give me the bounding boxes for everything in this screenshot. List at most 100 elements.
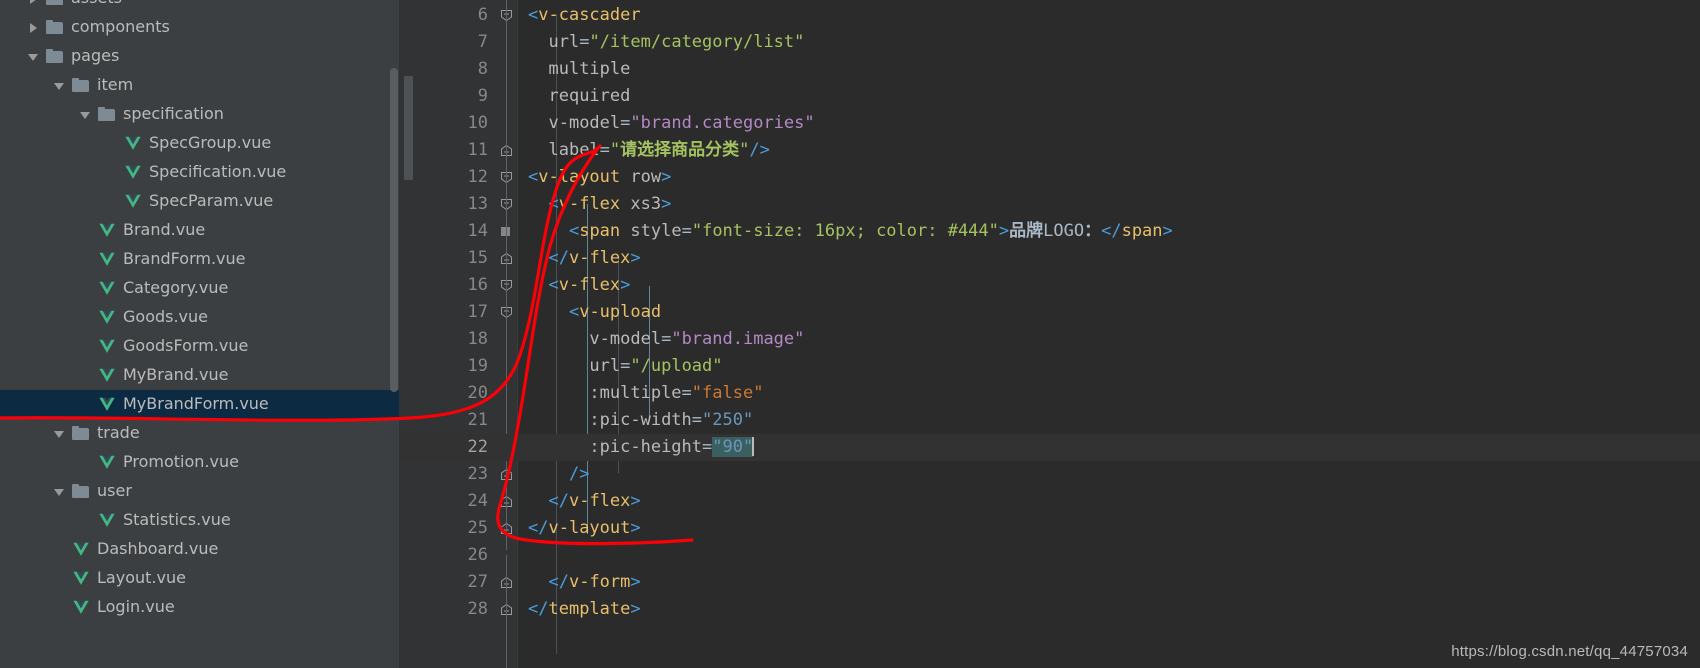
tree-file-row[interactable]: MyBrand.vue (0, 361, 400, 390)
folder-icon (72, 78, 90, 93)
code-text[interactable]: </v-form> (528, 569, 640, 596)
code-line[interactable]: 6 <v-cascader (400, 2, 1700, 29)
code-text[interactable]: :pic-width="250" (528, 407, 753, 434)
line-number: 10 (467, 113, 488, 133)
tree-item-label: assets (71, 0, 122, 7)
code-line[interactable]: 7 url="/item/category/list" (400, 29, 1700, 56)
code-text[interactable]: </v-flex> (528, 245, 640, 272)
tree-file-row[interactable]: Category.vue (0, 274, 400, 303)
tree-folder-row[interactable]: specification (0, 100, 400, 129)
code-line[interactable]: 20 :multiple="false" (400, 380, 1700, 407)
chevron-down-icon[interactable] (26, 49, 42, 65)
line-number: 15 (467, 248, 488, 268)
code-text[interactable]: :pic-height="90" (528, 434, 755, 461)
code-text[interactable]: v-model="brand.image" (528, 326, 804, 353)
code-line[interactable]: 15 </v-flex> (400, 245, 1700, 272)
tree-folder-row[interactable]: assets (0, 0, 400, 13)
code-line[interactable]: 22 :pic-height="90" (400, 434, 1700, 461)
tree-folder-row[interactable]: user (0, 477, 400, 506)
chevron-down-icon[interactable] (78, 107, 94, 123)
code-line[interactable]: 24 </v-flex> (400, 488, 1700, 515)
tree-file-row[interactable]: Promotion.vue (0, 448, 400, 477)
code-text[interactable]: </template> (528, 596, 641, 623)
spacer-icon (78, 310, 94, 326)
chevron-down-icon[interactable] (52, 78, 68, 94)
code-line[interactable]: 12 <v-layout row> (400, 164, 1700, 191)
tree-file-row[interactable]: SpecGroup.vue (0, 129, 400, 158)
code-text[interactable]: <v-cascader (528, 2, 641, 29)
code-text[interactable]: <v-flex> (528, 272, 630, 299)
tree-item-label: SpecParam.vue (149, 191, 274, 210)
spacer-icon (104, 165, 120, 181)
tree-item-label: Statistics.vue (123, 510, 231, 529)
code-text[interactable]: url="/upload" (528, 353, 722, 380)
code-text[interactable]: :multiple="false" (528, 380, 763, 407)
tree-folder-row[interactable]: pages (0, 42, 400, 71)
tree-item-label: Promotion.vue (123, 452, 239, 471)
code-text[interactable]: <v-upload (528, 299, 661, 326)
tree-folder-row[interactable]: trade (0, 419, 400, 448)
tree-file-row[interactable]: Statistics.vue (0, 506, 400, 535)
code-text[interactable]: required (528, 83, 630, 110)
code-text[interactable]: /> (528, 461, 589, 488)
tree-item-label: item (97, 75, 134, 94)
tree-folder-row[interactable]: components (0, 13, 400, 42)
code-text[interactable]: </v-layout> (528, 515, 641, 542)
code-line[interactable]: 21 :pic-width="250" (400, 407, 1700, 434)
code-line[interactable]: 16 <v-flex> (400, 272, 1700, 299)
code-line[interactable]: 25 </v-layout> (400, 515, 1700, 542)
tree-file-row[interactable]: MyBrandForm.vue (0, 390, 400, 419)
tree-file-row[interactable]: Login.vue (0, 593, 400, 622)
tree-folder-row[interactable]: item (0, 71, 400, 100)
code-line[interactable]: 18 v-model="brand.image" (400, 326, 1700, 353)
vue-file-icon (98, 455, 116, 471)
line-number: 19 (467, 356, 488, 376)
code-text[interactable]: label="请选择商品分类"/> (528, 137, 769, 164)
code-line[interactable]: 8 multiple (400, 56, 1700, 83)
tree-file-row[interactable]: Layout.vue (0, 564, 400, 593)
code-text[interactable]: <v-layout row> (528, 164, 671, 191)
folder-icon (46, 49, 64, 64)
line-number: 17 (467, 302, 488, 322)
code-line[interactable]: 28 </template> (400, 596, 1700, 623)
tree-file-row[interactable]: Dashboard.vue (0, 535, 400, 564)
tree-file-row[interactable]: Brand.vue (0, 216, 400, 245)
vue-file-icon (98, 281, 116, 297)
code-line[interactable]: 27 </v-form> (400, 569, 1700, 596)
chevron-down-icon[interactable] (52, 484, 68, 500)
code-text[interactable]: <span style="font-size: 16px; color: #44… (528, 218, 1173, 245)
code-text[interactable]: </v-flex> (528, 488, 640, 515)
code-text[interactable]: <v-flex xs3> (528, 191, 671, 218)
chevron-down-icon[interactable] (52, 426, 68, 442)
code-line[interactable]: 17 <v-upload (400, 299, 1700, 326)
code-line[interactable]: 26 (400, 542, 1700, 569)
tree-file-row[interactable]: Goods.vue (0, 303, 400, 332)
tree-file-row[interactable]: GoodsForm.vue (0, 332, 400, 361)
code-text[interactable]: v-model="brand.categories" (528, 110, 814, 137)
code-line[interactable]: 14 <span style="font-size: 16px; color: … (400, 218, 1700, 245)
editor-area[interactable]: 6 <v-cascader 7 url="/item/category/list" 8… (400, 0, 1700, 668)
vue-file-icon (124, 165, 142, 181)
code-text[interactable]: multiple (528, 56, 630, 83)
tree-file-row[interactable]: Specification.vue (0, 158, 400, 187)
chevron-right-icon[interactable] (26, 20, 42, 36)
tree-file-row[interactable]: BrandForm.vue (0, 245, 400, 274)
tree-file-row[interactable]: SpecParam.vue (0, 187, 400, 216)
code-line[interactable]: 11 label="请选择商品分类"/> (400, 137, 1700, 164)
tree-item-label: pages (71, 46, 120, 65)
code-line[interactable]: 13 <v-flex xs3> (400, 191, 1700, 218)
spacer-icon (52, 571, 68, 587)
spacer-icon (78, 397, 94, 413)
line-number: 14 (467, 221, 488, 241)
code-line[interactable]: 10 v-model="brand.categories" (400, 110, 1700, 137)
spacer-icon (78, 281, 94, 297)
project-tool-window[interactable]: assets components pages item specification Sp… (0, 0, 400, 668)
code-line[interactable]: 19 url="/upload" (400, 353, 1700, 380)
code-line[interactable]: 9 required (400, 83, 1700, 110)
project-tree-scrollbar[interactable] (390, 68, 398, 392)
tree-item-label: components (71, 17, 170, 36)
line-number: 28 (467, 599, 488, 619)
code-line[interactable]: 23 /> (400, 461, 1700, 488)
code-text[interactable]: url="/item/category/list" (528, 29, 804, 56)
chevron-right-icon[interactable] (26, 0, 42, 7)
